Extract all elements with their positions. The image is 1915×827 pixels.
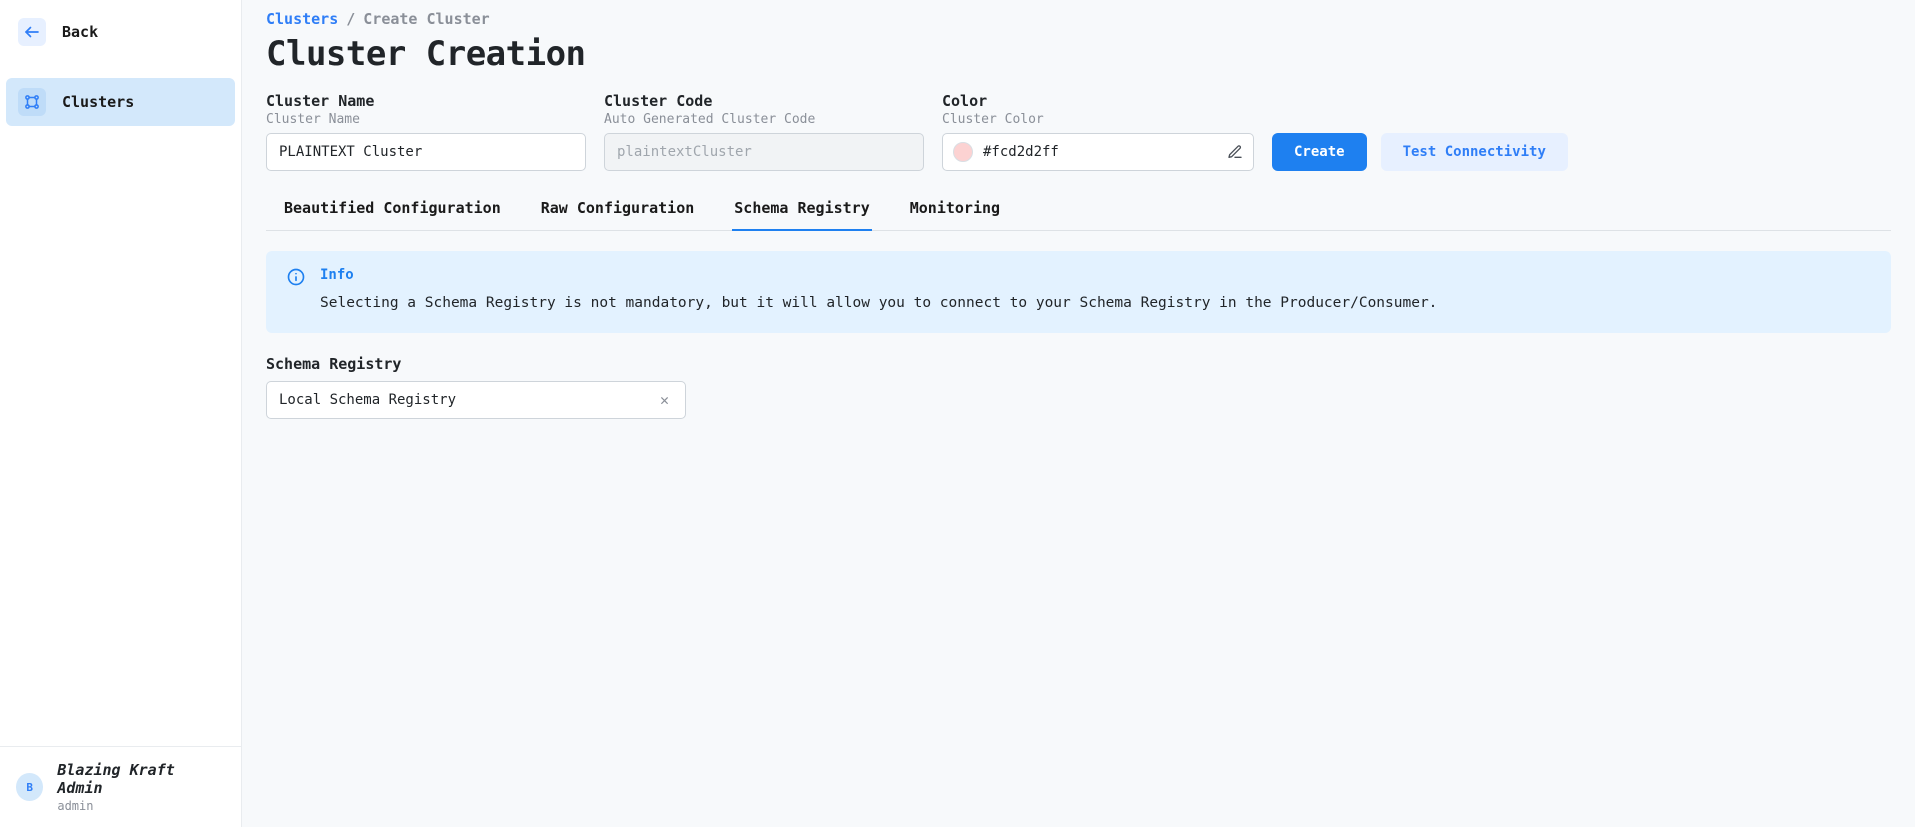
field-sublabel: Cluster Name — [266, 112, 586, 127]
cluster-color-input[interactable]: #fcd2d2ff — [942, 133, 1254, 171]
field-schema-registry: Schema Registry Local Schema Registry ✕ — [266, 355, 686, 419]
tab-raw-configuration[interactable]: Raw Configuration — [539, 189, 697, 231]
field-label: Color — [942, 92, 1254, 110]
arrow-left-icon — [18, 18, 46, 46]
field-label: Cluster Code — [604, 92, 924, 110]
cluster-icon — [18, 88, 46, 116]
tab-schema-registry[interactable]: Schema Registry — [732, 189, 871, 231]
avatar[interactable]: B — [16, 773, 43, 801]
sidebar: Back Clusters B Blazing Kraft Admin admi… — [0, 0, 242, 827]
main-content: Clusters / Create Cluster Cluster Creati… — [242, 0, 1915, 827]
user-name: Blazing Kraft Admin — [57, 761, 225, 797]
info-icon — [286, 267, 306, 315]
tabs: Beautified Configuration Raw Configurati… — [266, 189, 1891, 231]
sidebar-item-label: Clusters — [62, 93, 134, 111]
select-value: Local Schema Registry — [279, 392, 656, 408]
field-label: Schema Registry — [266, 355, 686, 373]
sidebar-footer: B Blazing Kraft Admin admin — [0, 746, 241, 827]
field-sublabel: Auto Generated Cluster Code — [604, 112, 924, 127]
sidebar-item-clusters[interactable]: Clusters — [6, 78, 235, 126]
tab-monitoring[interactable]: Monitoring — [908, 189, 1002, 231]
tab-beautified-configuration[interactable]: Beautified Configuration — [282, 189, 503, 231]
info-title: Info — [320, 267, 1437, 283]
page-title: Cluster Creation — [266, 34, 1891, 74]
schema-registry-select[interactable]: Local Schema Registry ✕ — [266, 381, 686, 419]
breadcrumb-root[interactable]: Clusters — [266, 10, 338, 28]
back-button[interactable]: Back — [6, 8, 235, 56]
field-label: Cluster Name — [266, 92, 586, 110]
color-swatch — [953, 142, 973, 162]
create-button[interactable]: Create — [1272, 133, 1367, 171]
pencil-icon[interactable] — [1227, 144, 1243, 160]
info-text: Selecting a Schema Registry is not manda… — [320, 293, 1437, 315]
field-sublabel: Cluster Color — [942, 112, 1254, 127]
cluster-code-input — [604, 133, 924, 171]
breadcrumb-sep: / — [346, 10, 355, 28]
breadcrumb: Clusters / Create Cluster — [266, 10, 1891, 28]
user-role: admin — [57, 799, 225, 813]
field-cluster-name: Cluster Name Cluster Name — [266, 92, 586, 171]
cluster-name-input[interactable] — [266, 133, 586, 171]
back-label: Back — [62, 23, 98, 41]
test-connectivity-button[interactable]: Test Connectivity — [1381, 133, 1568, 171]
close-icon[interactable]: ✕ — [656, 391, 673, 409]
info-box: Info Selecting a Schema Registry is not … — [266, 251, 1891, 333]
color-value: #fcd2d2ff — [983, 144, 1217, 160]
field-cluster-code: Cluster Code Auto Generated Cluster Code — [604, 92, 924, 171]
field-cluster-color: Color Cluster Color #fcd2d2ff — [942, 92, 1254, 171]
breadcrumb-current: Create Cluster — [363, 10, 489, 28]
